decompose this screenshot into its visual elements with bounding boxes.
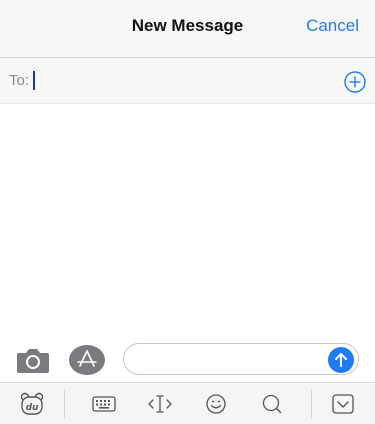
collapse-keyboard-icon[interactable] (330, 392, 356, 416)
message-thread-area (0, 104, 375, 339)
cursor-move-icon[interactable] (147, 392, 173, 416)
keyboard-icon[interactable] (91, 392, 117, 416)
cancel-button[interactable]: Cancel (306, 16, 359, 36)
message-field (123, 343, 359, 375)
toolbar-divider (311, 389, 312, 419)
arrow-up-icon (335, 353, 347, 367)
navigation-bar: New Message Cancel (0, 0, 375, 58)
recipient-input[interactable] (32, 70, 334, 90)
message-input[interactable] (134, 349, 328, 371)
search-icon[interactable] (259, 392, 285, 416)
keyboard-toolbar: du (0, 382, 375, 424)
camera-icon[interactable] (16, 346, 50, 374)
emoji-icon[interactable] (203, 392, 229, 416)
text-cursor (33, 71, 35, 90)
send-button[interactable] (328, 347, 354, 373)
toolbar-divider (64, 389, 65, 419)
plus-circle-icon[interactable] (344, 71, 366, 93)
recipient-row: To: (0, 58, 375, 104)
app-store-icon[interactable] (69, 344, 105, 376)
to-label: To: (9, 72, 30, 89)
du-logo-icon[interactable]: du (19, 392, 45, 416)
svg-text:du: du (26, 403, 39, 413)
